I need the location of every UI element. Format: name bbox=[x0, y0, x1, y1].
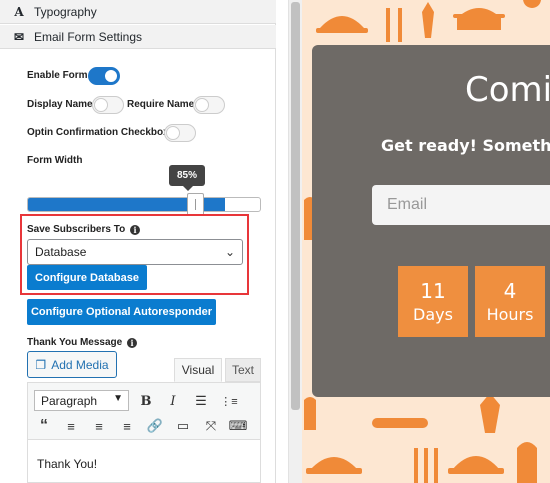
link-icon[interactable]: 🔗 bbox=[145, 416, 165, 436]
add-media-label: Add Media bbox=[51, 357, 109, 372]
form-width-tooltip: 85% bbox=[169, 165, 205, 191]
coming-soon-title: Comin bbox=[465, 70, 550, 110]
countdown-days: 11 Days bbox=[398, 266, 468, 337]
form-width-label: Form Width bbox=[27, 155, 83, 166]
info-icon[interactable]: i bbox=[127, 338, 137, 348]
configure-autoresponder-button[interactable]: Configure Optional Autoresponder bbox=[27, 299, 216, 325]
typography-icon: A bbox=[14, 4, 24, 19]
coming-soon-subtitle: Get ready! Somethin bbox=[381, 136, 550, 155]
section-typography-label: Typography bbox=[34, 4, 97, 19]
form-width-slider[interactable] bbox=[27, 197, 261, 212]
countdown-hours-value: 4 bbox=[503, 278, 517, 303]
panel-scrollbar[interactable] bbox=[288, 0, 302, 483]
countdown-hours: 4 Hours bbox=[475, 266, 545, 337]
align-right-icon[interactable]: ≡ bbox=[117, 416, 137, 436]
require-name-label: Require Name bbox=[127, 99, 195, 110]
media-icon: ❐ bbox=[35, 357, 47, 372]
blockquote-icon[interactable]: “ bbox=[34, 416, 54, 436]
save-subscribers-label: Save Subscribers To i bbox=[27, 224, 140, 235]
countdown-days-unit: Days bbox=[413, 304, 453, 324]
preview-area: Comin Get ready! Somethin Email 11 Days … bbox=[302, 0, 550, 483]
thank-you-label: Thank You Message i bbox=[27, 337, 137, 348]
tab-visual[interactable]: Visual bbox=[174, 358, 222, 382]
editor-toolbar: Paragraph ▼ B I ☰ ⋮≡ “ ≡ ≡ ≡ 🔗 ▭ ⤧ ⌨ bbox=[27, 382, 261, 440]
chevron-down-icon: ⌄ bbox=[224, 245, 235, 259]
italic-icon[interactable]: I bbox=[163, 391, 183, 411]
section-email-form-settings[interactable]: ✉ Email Form Settings bbox=[0, 25, 276, 49]
editor-text: Thank You! bbox=[37, 457, 98, 471]
numbered-list-icon[interactable]: ⋮≡ bbox=[219, 391, 239, 411]
countdown-hours-unit: Hours bbox=[486, 304, 534, 324]
settings-panel: A Typography ✉ Email Form Settings Enabl… bbox=[0, 0, 276, 483]
thank-you-label-text: Thank You Message bbox=[27, 337, 123, 348]
section-email-form-settings-label: Email Form Settings bbox=[34, 29, 143, 44]
countdown-days-value: 11 bbox=[420, 278, 446, 303]
enable-form-toggle[interactable] bbox=[88, 67, 120, 85]
save-subscribers-selected: Database bbox=[35, 245, 87, 259]
align-left-icon[interactable]: ≡ bbox=[61, 416, 81, 436]
form-width-slider-handle[interactable] bbox=[187, 193, 204, 216]
scrollbar-thumb[interactable] bbox=[291, 2, 300, 410]
section-typography[interactable]: A Typography bbox=[0, 0, 276, 24]
editor-content[interactable]: Thank You! bbox=[27, 440, 261, 483]
optin-checkbox-label: Optin Confirmation Checkbox bbox=[27, 127, 169, 138]
format-select-value: Paragraph bbox=[41, 393, 98, 408]
preview-email-input[interactable]: Email bbox=[372, 185, 550, 225]
bold-icon[interactable]: B bbox=[136, 391, 156, 411]
save-subscribers-label-text: Save Subscribers To bbox=[27, 224, 126, 235]
align-center-icon[interactable]: ≡ bbox=[89, 416, 109, 436]
keyboard-icon[interactable]: ⌨ bbox=[228, 416, 248, 436]
format-select[interactable]: Paragraph ▼ bbox=[34, 390, 129, 411]
optin-checkbox-toggle[interactable] bbox=[164, 124, 196, 142]
configure-database-button[interactable]: Configure Database bbox=[27, 265, 147, 290]
enable-form-label: Enable Form bbox=[27, 70, 88, 81]
caret-down-icon: ▼ bbox=[113, 393, 123, 404]
display-name-label: Display Name bbox=[27, 99, 93, 110]
info-icon[interactable]: i bbox=[129, 225, 140, 235]
save-subscribers-select[interactable]: Database ⌄ bbox=[27, 239, 243, 265]
display-name-toggle[interactable] bbox=[92, 96, 124, 114]
tab-text[interactable]: Text bbox=[225, 358, 261, 382]
envelope-icon: ✉ bbox=[13, 29, 25, 44]
email-placeholder: Email bbox=[387, 196, 428, 213]
bullet-list-icon[interactable]: ☰ bbox=[191, 391, 211, 411]
require-name-toggle[interactable] bbox=[193, 96, 225, 114]
fullscreen-icon[interactable]: ⤧ bbox=[201, 416, 221, 436]
read-more-icon[interactable]: ▭ bbox=[173, 416, 193, 436]
add-media-button[interactable]: ❐ Add Media bbox=[27, 351, 117, 378]
